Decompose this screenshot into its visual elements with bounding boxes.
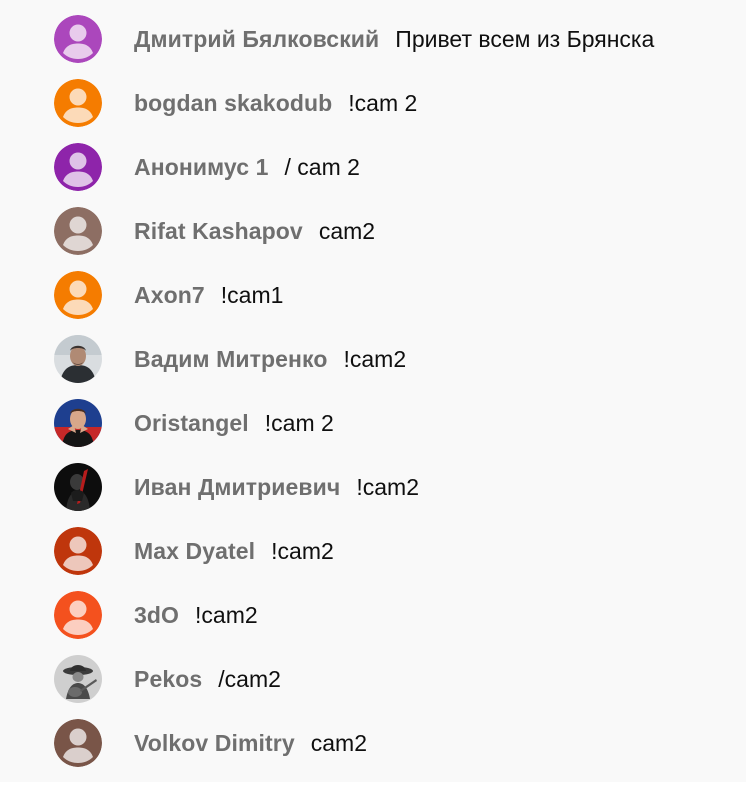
chat-author-name[interactable]: Иван Дмитриевич xyxy=(134,474,340,501)
user-avatar-man-in-hoodie-photo[interactable] xyxy=(54,335,102,383)
chat-message-content: Вадим Митренко !cam2 xyxy=(134,327,406,391)
default-avatar-icon[interactable] xyxy=(54,719,102,767)
chat-message-text: !cam2 xyxy=(356,473,419,500)
chat-message-content: Анонимус 1 / cam 2 xyxy=(134,135,360,199)
chat-message-content: Дмитрий Бялковский Привет всем из Брянска xyxy=(134,7,654,71)
user-avatar-dark-figure-photo[interactable] xyxy=(54,463,102,511)
chat-author-name[interactable]: Axon7 xyxy=(134,282,205,309)
chat-message-list: Дмитрий Бялковский Привет всем из Брянска… xyxy=(0,7,746,775)
chat-author-name[interactable]: Анонимус 1 xyxy=(134,154,269,181)
chat-message-content: 3dO !cam2 xyxy=(134,583,258,647)
chat-message-text: !cam 2 xyxy=(264,409,334,436)
chat-author-name[interactable]: bogdan skakodub xyxy=(134,90,332,117)
chat-message[interactable]: Анонимус 1 / cam 2 xyxy=(0,135,746,199)
chat-message[interactable]: Иван Дмитриевич !cam2 xyxy=(0,455,746,519)
chat-message[interactable]: Дмитрий Бялковский Привет всем из Брянска xyxy=(0,7,746,71)
chat-bottom-edge xyxy=(0,782,746,798)
chat-message[interactable]: Volkov Dimitry cam2 xyxy=(0,711,746,775)
chat-message-text: !cam2 xyxy=(271,537,334,564)
chat-message-text: !cam1 xyxy=(220,281,284,308)
chat-message-content: bogdan skakodub !cam 2 xyxy=(134,71,417,135)
chat-author-name[interactable]: Вадим Митренко xyxy=(134,346,328,373)
chat-message-text: / cam 2 xyxy=(284,153,360,180)
default-avatar-icon[interactable] xyxy=(54,271,102,319)
default-avatar-icon[interactable] xyxy=(54,591,102,639)
chat-message-text: !cam2 xyxy=(343,345,407,372)
chat-message[interactable]: Вадим Митренко !cam2 xyxy=(0,327,746,391)
chat-message-content: Rifat Kashapov cam2 xyxy=(134,199,375,263)
chat-message-text: !cam 2 xyxy=(348,89,418,116)
chat-message-content: Axon7 !cam1 xyxy=(134,263,283,327)
default-avatar-icon[interactable] xyxy=(54,207,102,255)
chat-message-text: /cam2 xyxy=(218,665,281,692)
chat-message-content: Pekos/cam2 xyxy=(134,647,281,711)
chat-author-name[interactable]: Volkov Dimitry xyxy=(134,730,295,757)
chat-message[interactable]: bogdan skakodub !cam 2 xyxy=(0,71,746,135)
chat-message-content: Volkov Dimitry cam2 xyxy=(134,711,367,775)
default-avatar-icon[interactable] xyxy=(54,15,102,63)
default-avatar-icon[interactable] xyxy=(54,143,102,191)
default-avatar-icon[interactable] xyxy=(54,79,102,127)
user-avatar-cowboy-guitar-photo[interactable] xyxy=(54,655,102,703)
chat-message[interactable]: Oristangel !cam 2 xyxy=(0,391,746,455)
chat-message-text: Привет всем из Брянска xyxy=(395,25,655,52)
chat-message-text: cam2 xyxy=(318,217,376,244)
live-chat-panel: Дмитрий Бялковский Привет всем из Брянска… xyxy=(0,0,746,782)
chat-author-name[interactable]: Дмитрий Бялковский xyxy=(134,26,379,53)
chat-message-text: !cam2 xyxy=(195,601,258,628)
chat-message-content: Max Dyatel !cam2 xyxy=(134,519,334,583)
chat-author-name[interactable]: Max Dyatel xyxy=(134,538,255,565)
chat-message[interactable]: Max Dyatel !cam2 xyxy=(0,519,746,583)
chat-author-name[interactable]: Oristangel xyxy=(134,410,249,437)
chat-message[interactable]: Axon7 !cam1 xyxy=(0,263,746,327)
chat-author-name[interactable]: Pekos xyxy=(134,666,202,693)
chat-message-content: Иван Дмитриевич !cam2 xyxy=(134,455,419,519)
user-avatar-man-in-suit-photo[interactable] xyxy=(54,399,102,447)
chat-message[interactable]: Pekos/cam2 xyxy=(0,647,746,711)
chat-message[interactable]: Rifat Kashapov cam2 xyxy=(0,199,746,263)
chat-message-text: cam2 xyxy=(310,729,367,756)
chat-message[interactable]: 3dO !cam2 xyxy=(0,583,746,647)
default-avatar-icon[interactable] xyxy=(54,527,102,575)
chat-message-content: Oristangel !cam 2 xyxy=(134,391,334,455)
chat-author-name[interactable]: Rifat Kashapov xyxy=(134,218,303,245)
chat-author-name[interactable]: 3dO xyxy=(134,602,179,629)
